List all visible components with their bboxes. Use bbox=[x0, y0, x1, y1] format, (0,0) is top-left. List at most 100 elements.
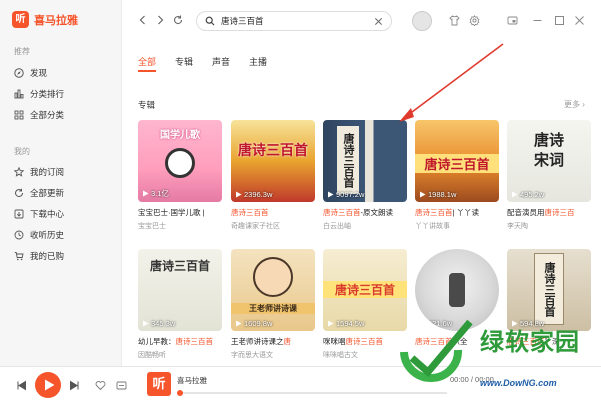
sidebar-item-label: 全部分类 bbox=[30, 110, 65, 120]
sidebar-item-label: 我的已购 bbox=[30, 251, 65, 261]
album-card[interactable]: 国学儿歌 3.1亿 宝宝巴士·国学儿歌 | 宝宝巴士 bbox=[138, 120, 222, 231]
cover-text: 唐诗三百首 bbox=[323, 281, 407, 298]
section-title: 专辑 bbox=[138, 100, 156, 110]
sidebar-section-mine: 我的 bbox=[14, 147, 30, 156]
album-cover: 唐诗三百首 9097.2w bbox=[323, 120, 407, 202]
minimize-icon[interactable] bbox=[532, 15, 543, 26]
sidebar-item-updates[interactable]: 全部更新 bbox=[14, 186, 64, 200]
close-window-icon[interactable] bbox=[574, 15, 585, 26]
watermark-url: www.DowNG.com bbox=[480, 378, 557, 388]
play-icon bbox=[236, 191, 242, 198]
play-count-value: 3.1亿 bbox=[151, 189, 169, 198]
cover-text: 唐诗三百首 bbox=[149, 259, 210, 273]
album-title: 幼儿早教：唐诗三百首 bbox=[138, 337, 213, 346]
album-title: 唐诗三百首 bbox=[231, 208, 269, 217]
play-count: 3.1亿 bbox=[142, 188, 169, 199]
play-icon bbox=[45, 379, 55, 391]
heart-icon[interactable] bbox=[95, 380, 106, 391]
download-icon bbox=[14, 209, 24, 219]
play-count: 9097.2w bbox=[327, 190, 364, 199]
album-author: 丫丫讲故事 bbox=[415, 223, 450, 230]
sidebar-item-label: 我的订阅 bbox=[30, 167, 65, 177]
now-playing-title: 喜马拉雅 bbox=[177, 376, 207, 385]
play-icon bbox=[143, 320, 149, 327]
album-cover: 国学儿歌 3.1亿 bbox=[138, 120, 222, 202]
clock-icon bbox=[14, 230, 24, 240]
cover-text: 唐诗三百首 bbox=[415, 154, 499, 173]
refresh-icon bbox=[15, 188, 24, 198]
app-name: 喜马拉雅 bbox=[34, 13, 78, 27]
sidebar-item-history[interactable]: 收听历史 bbox=[14, 228, 64, 242]
search-icon bbox=[205, 16, 215, 26]
album-card[interactable]: 王老师讲诗课 1609.8w 王老师讲诗课之唐 字而思大语文 bbox=[231, 249, 315, 360]
play-icon bbox=[328, 320, 334, 327]
previous-icon[interactable] bbox=[16, 380, 27, 391]
album-cover: 唐诗宋词 495.2w bbox=[507, 120, 591, 202]
now-playing-cover[interactable]: 听 bbox=[147, 372, 171, 396]
album-author: 李天陶 bbox=[507, 223, 528, 230]
watermark-text: 绿软家园 bbox=[480, 328, 580, 356]
sidebar-item-categories[interactable]: 全部分类 bbox=[14, 108, 64, 122]
play-count: 1988.1w bbox=[419, 190, 456, 199]
sidebar-item-downloads[interactable]: 下载中心 bbox=[14, 207, 64, 221]
album-card[interactable]: 唐诗宋词 495.2w 配音演员用唐诗三百 李天陶 bbox=[507, 120, 591, 231]
progress-handle[interactable] bbox=[177, 390, 183, 396]
sidebar-item-label: 收听历史 bbox=[30, 230, 65, 240]
album-cover: 唐诗三百首 1988.1w bbox=[415, 120, 499, 202]
album-title: 王老师讲诗课之唐 bbox=[231, 337, 291, 346]
play-icon bbox=[512, 191, 518, 198]
tab-anchors[interactable]: 主播 bbox=[249, 55, 267, 68]
album-card[interactable]: 唐诗三百首 1988.1w 唐诗三百首| 丫丫读 丫丫讲故事 bbox=[415, 120, 499, 231]
next-icon[interactable] bbox=[69, 380, 80, 391]
sidebar-item-subscriptions[interactable]: 我的订阅 bbox=[14, 165, 64, 179]
play-icon bbox=[328, 191, 334, 198]
sidebar-item-ranking[interactable]: 分类排行 bbox=[14, 87, 64, 101]
album-author: 字而思大语文 bbox=[231, 352, 273, 359]
gear-icon[interactable] bbox=[469, 15, 480, 26]
search-input[interactable]: 唐诗三百首 bbox=[221, 15, 374, 27]
shirt-icon[interactable] bbox=[449, 15, 460, 26]
poet-silhouette bbox=[449, 273, 465, 307]
more-label: 更多 bbox=[564, 100, 580, 109]
album-author: 奇趣课家子社区 bbox=[231, 223, 280, 230]
sidebar-item-purchased[interactable]: 我的已购 bbox=[14, 249, 64, 263]
tab-albums[interactable]: 专辑 bbox=[175, 55, 193, 68]
cart-icon bbox=[14, 252, 24, 261]
compass-icon bbox=[14, 68, 24, 78]
forward-arrow-icon[interactable] bbox=[154, 14, 166, 26]
play-count: 495.2w bbox=[511, 190, 544, 199]
search-bar[interactable]: 唐诗三百首 bbox=[196, 11, 392, 31]
cover-text: 唐诗三百首 bbox=[238, 142, 308, 158]
grid-icon bbox=[14, 110, 24, 120]
result-tabs: 全部 专辑 声音 主播 bbox=[138, 55, 286, 72]
tab-all[interactable]: 全部 bbox=[138, 55, 157, 72]
play-count: 1594.5w bbox=[327, 319, 364, 328]
play-count-value: 2396.3w bbox=[244, 190, 273, 199]
play-count-value: 1988.1w bbox=[428, 190, 457, 199]
cover-text: 唐诗三百首 bbox=[337, 126, 359, 194]
more-link[interactable]: 更多 › bbox=[564, 99, 585, 110]
sidebar-item-label: 分类排行 bbox=[30, 89, 65, 99]
album-card[interactable]: 唐诗三百首 9097.2w 唐诗三百首-原文朗读 白云出岫 bbox=[323, 120, 407, 231]
back-arrow-icon[interactable] bbox=[137, 14, 149, 26]
refresh-icon[interactable] bbox=[172, 14, 184, 26]
tab-tracks[interactable]: 声音 bbox=[212, 55, 230, 68]
playlist-icon[interactable] bbox=[116, 380, 127, 391]
album-cover: 唐诗三百首 345.3w bbox=[138, 249, 222, 331]
album-card[interactable]: 唐诗三百首 2396.3w 唐诗三百首 奇趣课家子社区 bbox=[231, 120, 315, 231]
album-card[interactable]: 唐诗三百首 345.3w 幼儿早教：唐诗三百首 因酷畅听 bbox=[138, 249, 222, 360]
album-title: 宝宝巴士·国学儿歌 | bbox=[138, 208, 205, 217]
ranking-icon bbox=[14, 89, 24, 99]
sidebar-item-label: 发现 bbox=[30, 68, 48, 78]
sidebar-item-discover[interactable]: 发现 bbox=[14, 66, 47, 80]
avatar[interactable] bbox=[412, 11, 432, 31]
play-icon bbox=[236, 320, 242, 327]
play-button[interactable] bbox=[35, 372, 61, 398]
app-logo[interactable]: 听 喜马拉雅 bbox=[12, 11, 78, 28]
teacher-illustration bbox=[253, 257, 293, 297]
play-count-value: 1609.8w bbox=[244, 319, 273, 328]
maximize-icon[interactable] bbox=[554, 15, 565, 26]
mini-mode-icon[interactable] bbox=[507, 15, 518, 26]
play-count-value: 345.3w bbox=[151, 319, 176, 328]
close-icon[interactable] bbox=[374, 17, 383, 26]
